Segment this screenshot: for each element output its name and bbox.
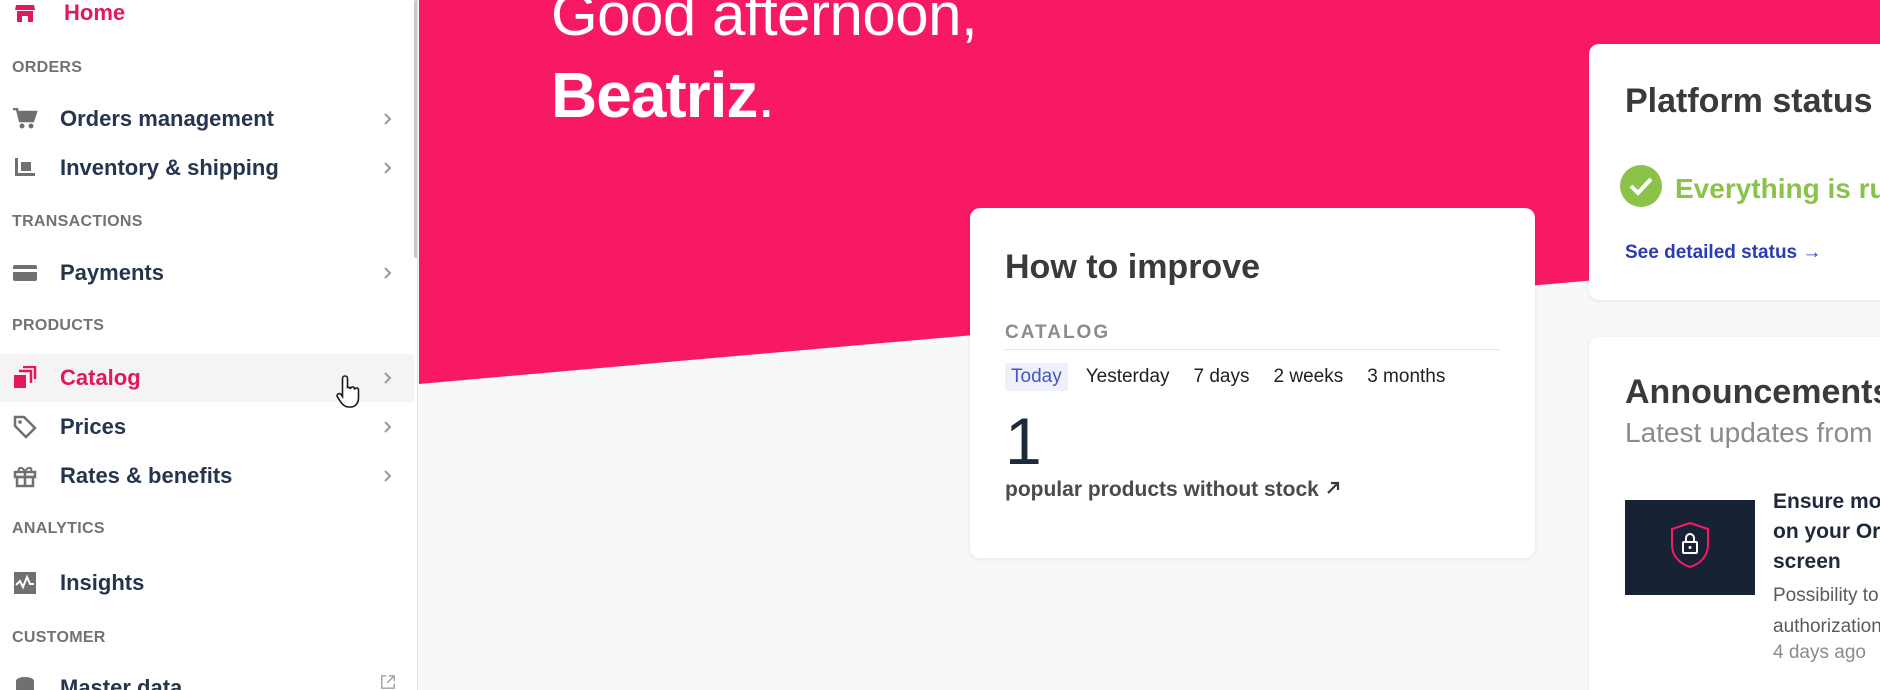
status-message: Everything is running correctly. <box>1675 172 1880 204</box>
sidebar-item-insights[interactable]: Insights <box>0 559 414 607</box>
check-circle-icon <box>1619 164 1663 213</box>
database-icon <box>12 676 38 690</box>
platform-status-card: Platform status Everything is running co… <box>1589 44 1880 300</box>
sidebar-item-home[interactable]: Home <box>0 0 414 37</box>
section-analytics: ANALYTICS <box>12 520 105 537</box>
sidebar-item-label: Master data <box>60 675 183 690</box>
catalog-icon <box>12 366 38 390</box>
sidebar-item-master-data[interactable]: Master data <box>0 664 414 690</box>
chevron-right-icon <box>380 160 396 176</box>
inventory-icon <box>12 156 38 180</box>
tab-today[interactable]: Today <box>1005 363 1068 391</box>
cart-icon <box>12 107 38 131</box>
section-orders: ORDERS <box>12 59 83 76</box>
chevron-right-icon <box>380 370 396 386</box>
greeting-text: Good afternoon, <box>551 0 978 48</box>
store-icon <box>12 1 38 25</box>
chevron-right-icon <box>380 265 396 281</box>
gift-icon <box>12 464 38 488</box>
divider <box>1005 349 1500 350</box>
tab-7-days[interactable]: 7 days <box>1188 363 1256 391</box>
period-tabs: Today Yesterday 7 days 2 weeks 3 months <box>1005 363 1451 391</box>
chevron-right-icon <box>380 419 396 435</box>
shield-lock-icon <box>1668 520 1712 575</box>
user-name: Beatriz <box>551 59 758 131</box>
sidebar-item-orders-management[interactable]: Orders management <box>0 95 414 143</box>
announcement-time: 4 days ago <box>1773 642 1866 663</box>
status-indicator: Everything is running correctly. <box>1619 164 1880 213</box>
sidebar-item-label: Inventory & shipping <box>60 155 279 180</box>
section-transactions: TRANSACTIONS <box>12 213 143 230</box>
tag-icon <box>12 415 38 439</box>
greeting-name: Beatriz. <box>551 58 775 132</box>
tab-3-months[interactable]: 3 months <box>1361 363 1451 391</box>
sidebar-item-payments[interactable]: Payments <box>0 249 414 297</box>
sidebar-item-label: Rates & benefits <box>60 463 233 488</box>
arrow-up-right-icon <box>1325 478 1341 502</box>
section-customer: CUSTOMER <box>12 629 106 646</box>
chevron-right-icon <box>380 111 396 127</box>
sidebar-item-label: Catalog <box>60 365 141 390</box>
external-link-icon <box>380 674 396 690</box>
card-title: Announcements <box>1625 373 1880 411</box>
sidebar-item-label: Prices <box>60 414 127 439</box>
sidebar-item-label: Orders management <box>60 106 274 131</box>
announcement-title[interactable]: Ensure more safety and control on your O… <box>1773 487 1880 577</box>
announcement-thumbnail[interactable] <box>1625 500 1755 595</box>
sidebar-item-inventory-shipping[interactable]: Inventory & shipping <box>0 144 414 192</box>
main-content: Good afternoon, Beatriz. How to improve … <box>419 0 1880 690</box>
metric-link[interactable]: popular products without stock <box>1005 478 1341 502</box>
sidebar-scrollbar[interactable] <box>414 0 417 258</box>
sidebar: Home ORDERS Orders management Inventory … <box>0 0 418 690</box>
metric-value: 1 <box>1005 404 1042 478</box>
detailed-status-link[interactable]: See detailed status → <box>1625 242 1821 264</box>
sidebar-item-label: Insights <box>60 570 145 595</box>
catalog-section-label: CATALOG <box>1005 322 1111 343</box>
sidebar-item-label: Home <box>64 0 126 25</box>
sidebar-item-label: Payments <box>60 260 164 285</box>
card-subtitle: Latest updates from the Platform <box>1625 417 1880 448</box>
tab-yesterday[interactable]: Yesterday <box>1080 363 1176 391</box>
sidebar-item-rates-benefits[interactable]: Rates & benefits <box>0 452 414 500</box>
section-products: PRODUCTS <box>12 317 105 334</box>
credit-card-icon <box>12 261 38 285</box>
announcements-card: Announcements Latest updates from the Pl… <box>1589 337 1880 690</box>
how-to-improve-card: How to improve CATALOG Today Yesterday 7… <box>970 208 1535 558</box>
announcement-description: Possibility to limit user access to orde… <box>1773 585 1880 637</box>
tab-2-weeks[interactable]: 2 weeks <box>1268 363 1350 391</box>
insights-icon <box>12 571 38 595</box>
chevron-right-icon <box>380 468 396 484</box>
card-title: Platform status <box>1625 82 1873 120</box>
greeting-punct: . <box>757 59 775 131</box>
metric-description: popular products without stock <box>1005 478 1319 501</box>
hand-pointer-cursor-icon <box>336 374 364 413</box>
card-title: How to improve <box>1005 248 1261 286</box>
